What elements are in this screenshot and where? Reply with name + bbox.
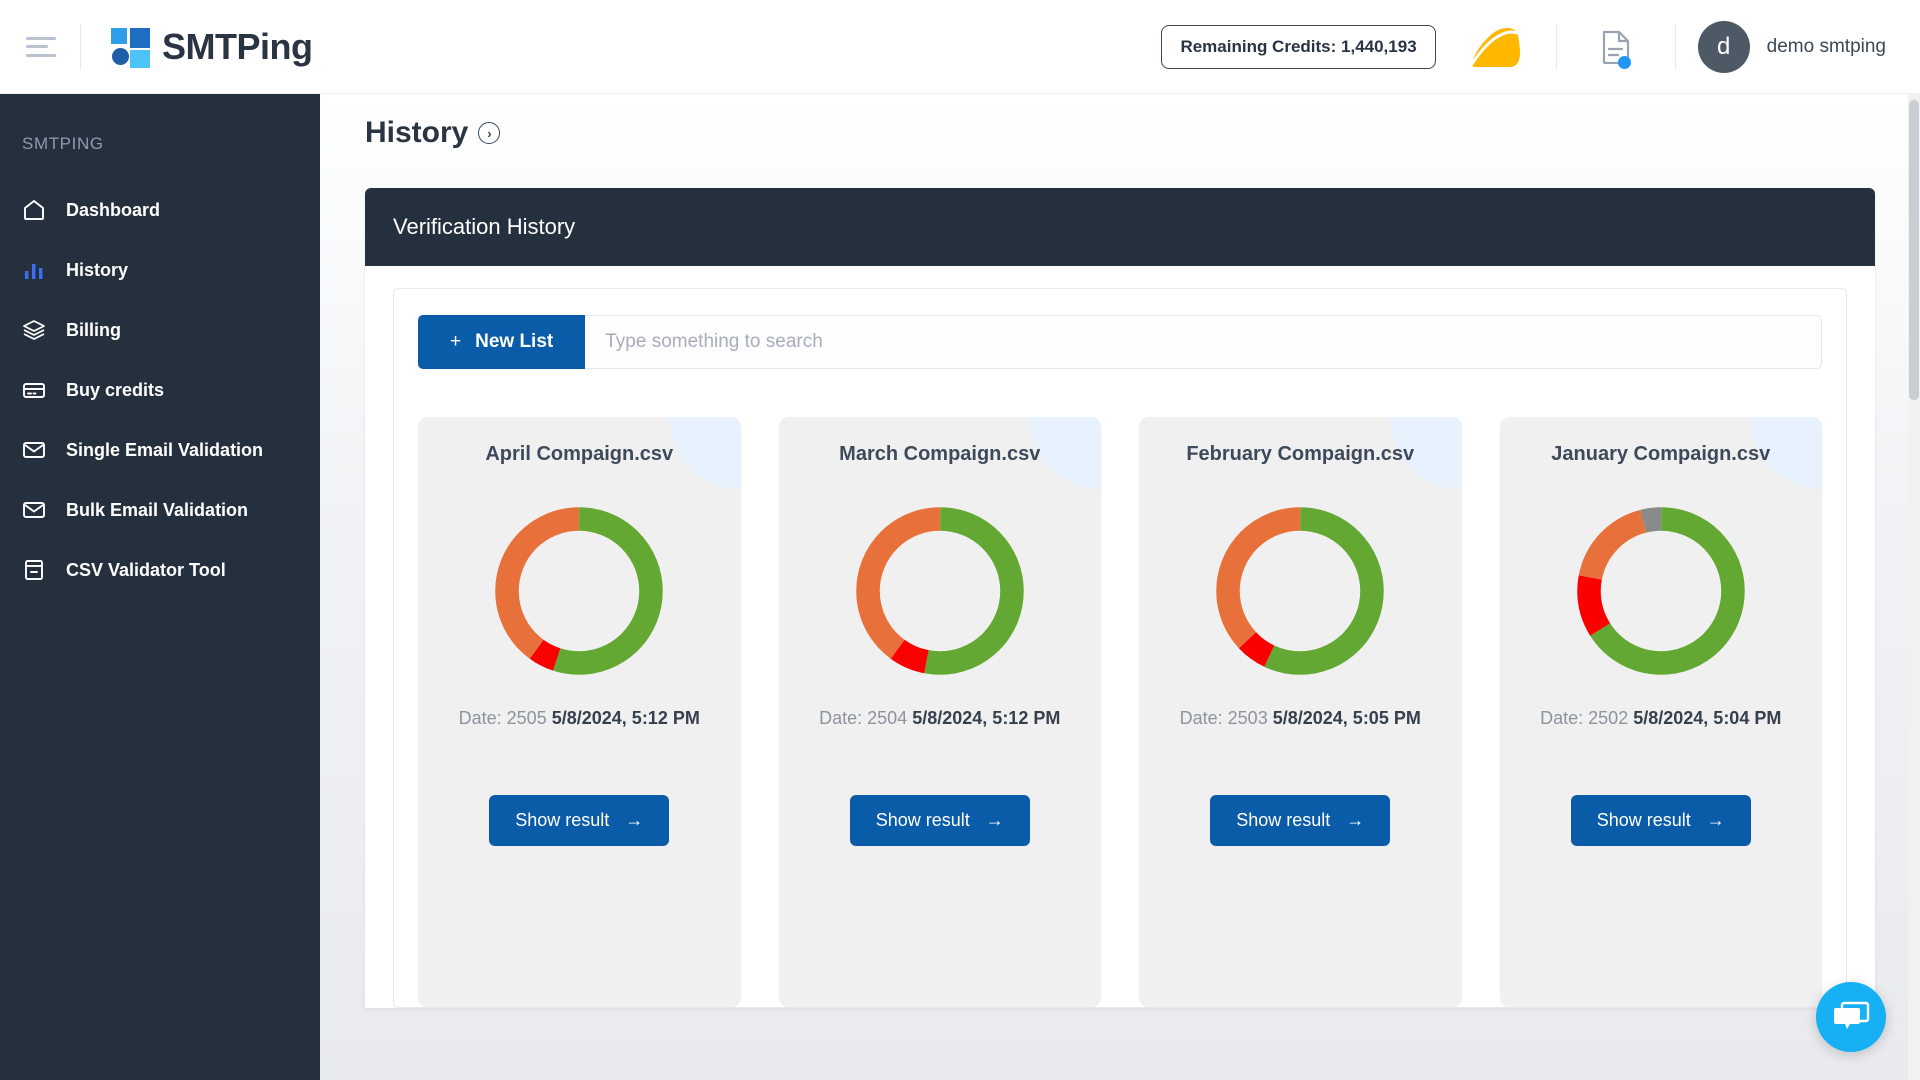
donut-chart [1518,496,1805,686]
card-date-value: 5/8/2024, 5:04 PM [1633,708,1782,728]
chevron-right-circle-icon[interactable]: › [478,122,501,144]
sidebar-item-label: Bulk Email Validation [66,499,249,520]
show-result-label: Show result [515,810,610,830]
sidebar-item-single-email-validation[interactable]: Single Email Validation [0,420,320,480]
toolbar: + New List [418,315,1822,369]
credit-card-icon [22,378,52,402]
card-title: February Compaign.csv [1186,443,1415,465]
notes-button[interactable] [1557,30,1675,69]
plus-icon: + [450,331,462,352]
arrow-right-icon: → [625,810,644,830]
search-input[interactable] [585,315,1822,369]
card-title: March Compaign.csv [839,443,1041,465]
chat-bubble-icon [1834,1001,1870,1029]
top-bar: SMTPing Remaining Credits: 1,440,193 d d… [0,0,1920,94]
show-result-button[interactable]: Show result → [1210,795,1391,846]
history-inner-card: + New List April Compaign.csv [393,288,1847,1008]
verification-cards-grid: April Compaign.csv Date: 2505 5/8/2024, … [418,417,1822,1007]
sidebar-item-label: CSV Validator Tool [66,559,226,580]
card-date-value: 5/8/2024, 5:12 PM [912,708,1061,728]
layers-icon [22,318,52,342]
card-title: January Compaign.csv [1551,443,1771,465]
verification-card[interactable]: January Compaign.csv Date: 2502 5/8/2024… [1499,417,1822,1007]
verification-card[interactable]: February Compaign.csv Date: 2503 5/8/202… [1139,417,1462,1007]
show-result-button[interactable]: Show result → [1570,795,1751,846]
card-date-prefix: Date: 2505 [458,708,547,728]
sidebar-item-bulk-email-validation[interactable]: Bulk Email Validation [0,480,320,540]
page-scrollbar[interactable] [1908,94,1920,1080]
sidebar-item-label: Single Email Validation [66,439,264,460]
divider [80,23,81,70]
smtping-logo-icon [111,26,153,68]
card-date-prefix: Date: 2504 [819,708,908,728]
sidebar-item-history[interactable]: History [0,240,320,300]
remaining-credits-badge: Remaining Credits: 1,440,193 [1161,24,1436,69]
arrow-right-icon: → [1706,810,1725,830]
card-date-value: 5/8/2024, 5:12 PM [551,708,700,728]
bar-chart-icon [22,258,52,282]
sidebar: SMTPING Dashboard History Billing Buy cr… [0,94,320,1080]
top-bar-right: Remaining Credits: 1,440,193 d demo smtp… [1161,0,1920,94]
card-date-prefix: Date: 2502 [1540,708,1629,728]
brand-name: SMTPing [162,25,313,67]
avatar: d [1697,20,1750,73]
sidebar-item-buy-credits[interactable]: Buy credits [0,360,320,420]
user-menu[interactable]: d demo smtping [1676,20,1920,73]
leaf-logo-icon[interactable] [1436,25,1556,69]
card-date: Date: 2503 5/8/2024, 5:05 PM [1157,708,1444,729]
page-title: History › [365,116,1920,150]
panel-body: + New List April Compaign.csv [365,266,1875,1008]
sidebar-item-label: History [66,259,129,280]
page-scrollbar-thumb[interactable] [1909,100,1919,400]
notification-badge [1617,55,1631,69]
card-date: Date: 2505 5/8/2024, 5:12 PM [436,708,723,729]
donut-chart-svg [1576,507,1745,675]
show-result-button[interactable]: Show result → [489,795,670,846]
show-result-label: Show result [1236,810,1331,830]
archive-icon [22,558,52,582]
arrow-right-icon: → [1346,810,1365,830]
sidebar-item-csv-validator-tool[interactable]: CSV Validator Tool [0,540,320,600]
page-title-text: History [365,116,469,149]
envelope-icon [22,498,52,522]
donut-chart-svg [855,507,1024,675]
card-date-prefix: Date: 2503 [1179,708,1268,728]
show-result-button[interactable]: Show result → [849,795,1030,846]
donut-chart [797,496,1084,686]
new-list-button[interactable]: + New List [418,315,586,369]
card-date: Date: 2502 5/8/2024, 5:04 PM [1518,708,1805,729]
sidebar-item-label: Billing [66,319,121,340]
card-title: April Compaign.csv [485,443,674,465]
sidebar-item-dashboard[interactable]: Dashboard [0,180,320,240]
card-date: Date: 2504 5/8/2024, 5:12 PM [797,708,1084,729]
chat-widget-button[interactable] [1816,982,1886,1052]
envelope-icon [22,438,52,462]
donut-chart [1157,496,1444,686]
arrow-right-icon: → [985,810,1004,830]
panel-title: Verification History [365,188,1875,266]
verification-history-panel: Verification History + New List April Co… [365,188,1875,1008]
main-content: History › Verification History + New Lis… [320,94,1920,1080]
sidebar-item-label: Dashboard [66,199,161,220]
new-list-label: New List [475,331,554,352]
donut-chart-svg [495,507,664,675]
show-result-label: Show result [1596,810,1691,830]
donut-chart [436,496,723,686]
menu-toggle-icon[interactable] [26,36,56,57]
verification-card[interactable]: March Compaign.csv Date: 2504 5/8/2024, … [778,417,1101,1007]
show-result-label: Show result [875,810,970,830]
sidebar-item-billing[interactable]: Billing [0,300,320,360]
card-date-value: 5/8/2024, 5:05 PM [1272,708,1421,728]
home-icon [22,198,52,222]
donut-chart-svg [1216,507,1385,675]
sidebar-section-label: SMTPING [22,134,104,153]
sidebar-item-label: Buy credits [66,379,165,400]
verification-card[interactable]: April Compaign.csv Date: 2505 5/8/2024, … [418,417,741,1007]
user-name: demo smtping [1766,35,1886,57]
brand-logo[interactable]: SMTPing [111,25,313,68]
